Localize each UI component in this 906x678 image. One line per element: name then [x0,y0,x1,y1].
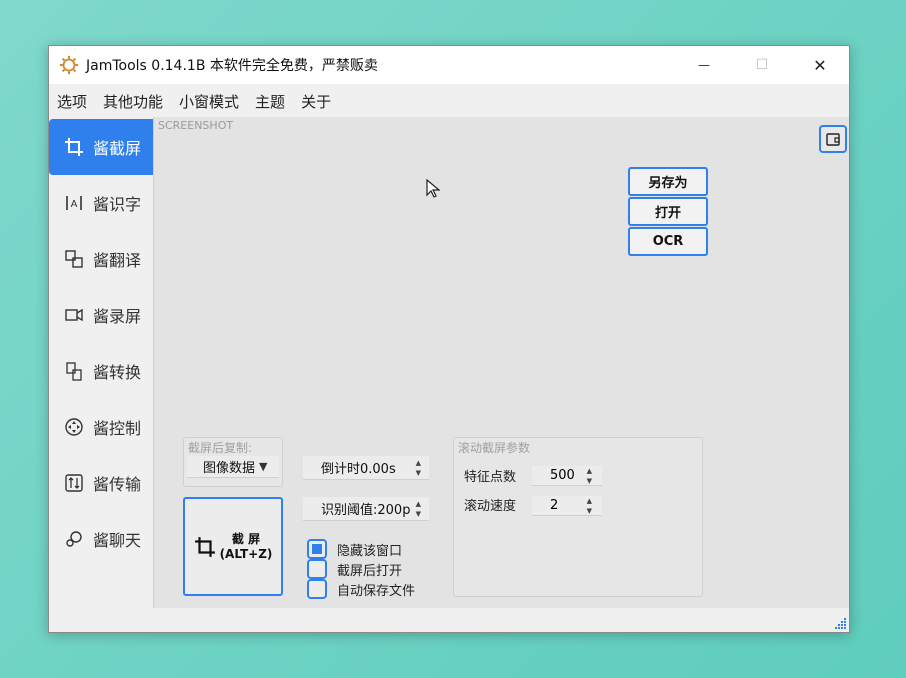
close-button[interactable]: ✕ [791,46,849,84]
scroll-speed-row: 滚动速度 [464,495,516,514]
convert-icon [63,360,85,382]
auto-save-option[interactable]: 自动保存文件 [307,579,415,599]
auto-save-label: 自动保存文件 [337,583,416,599]
sidebar-item-chat[interactable]: 酱聊天 [49,511,153,567]
scroll-speed-spinbox[interactable]: 2 ▲ ▼ [532,496,602,516]
capture-button[interactable]: 截 屏 (ALT+Z) [183,497,283,596]
status-bar [49,608,849,632]
control-icon [63,416,85,438]
spin-down-icon[interactable]: ▼ [416,509,421,519]
spin-up-icon[interactable]: ▲ [416,499,421,509]
app-gear-icon [59,55,79,75]
sidebar: 酱截屏 A 酱识字 酱翻译 酱录屏 酱转换 酱控制 酱传输 酱聊天 [49,119,153,609]
menu-about[interactable]: 关于 [301,91,331,112]
chat-icon [63,528,85,550]
translate-icon [63,248,85,270]
spin-up-icon[interactable]: ▲ [587,466,592,476]
spin-down-icon[interactable]: ▼ [416,468,421,478]
feature-points-label: 特征点数 [464,470,517,485]
copy-after-title: 截屏后复制: [188,441,253,455]
menu-bar: 选项 其他功能 小窗模式 主题 关于 [49,86,849,116]
sidebar-item-translate[interactable]: 酱翻译 [49,231,153,287]
copy-format-select[interactable]: 图像数据 ▼ [187,456,279,478]
crop-icon [194,536,215,557]
spin-up-icon[interactable]: ▲ [587,496,592,506]
sidebar-item-label: 酱聊天 [93,531,142,550]
capture-shortcut: (ALT+Z) [219,546,273,561]
sidebar-item-label: 酱翻译 [93,251,142,270]
scroll-speed-label: 滚动速度 [464,499,517,514]
resize-grip-icon[interactable] [833,616,847,630]
open-after-option[interactable]: 截屏后打开 [307,559,402,579]
sidebar-item-label: 酱控制 [93,419,142,438]
sidebar-item-convert[interactable]: 酱转换 [49,343,153,399]
open-button[interactable]: 打开 [628,197,708,226]
sidebar-item-label: 酱截屏 [93,139,142,158]
sidebar-item-control[interactable]: 酱控制 [49,399,153,455]
transfer-icon [63,472,85,494]
app-window: JamTools 0.14.1B 本软件完全免费，严禁贩卖 — ☐ ✕ 选项 其… [48,45,850,633]
svg-text:A: A [71,199,78,210]
dropdown-arrow-icon: ▼ [259,460,268,473]
spin-down-icon[interactable]: ▼ [587,476,592,486]
sidebar-item-ocr[interactable]: A 酱识字 [49,175,153,231]
menu-mini-mode[interactable]: 小窗模式 [179,91,239,112]
crop-icon [63,136,85,158]
sidebar-item-record[interactable]: 酱录屏 [49,287,153,343]
menu-options[interactable]: 选项 [57,91,87,112]
hide-window-checkbox[interactable] [307,539,327,559]
hide-window-label: 隐藏该窗口 [337,543,403,559]
mouse-cursor-icon [426,179,440,198]
screenshot-panel: SCREENSHOT 另存为 打开 OCR 截屏后复制: 图像数据 ▼ 截 屏 … [153,117,849,609]
maximize-button[interactable]: ☐ [733,46,791,84]
scroll-params-title: 滚动截屏参数 [458,441,531,455]
ocr-button[interactable]: OCR [628,227,708,256]
countdown-value: 倒计时0.00s [321,462,396,477]
sidebar-item-screenshot[interactable]: 酱截屏 [49,119,153,175]
sidebar-item-label: 酱识字 [93,195,142,214]
menu-other-functions[interactable]: 其他功能 [103,91,163,112]
spin-up-icon[interactable]: ▲ [416,458,421,468]
wallet-icon [826,133,840,146]
video-icon [63,304,85,326]
menu-theme[interactable]: 主题 [255,91,285,112]
sidebar-item-label: 酱转换 [93,363,142,382]
minimize-button[interactable]: — [675,46,733,84]
save-as-button[interactable]: 另存为 [628,167,708,196]
copy-format-value: 图像数据 [203,461,256,476]
capture-label: 截 屏 [231,531,261,546]
open-after-label: 截屏后打开 [337,563,403,579]
window-title: JamTools 0.14.1B 本软件完全免费，严禁贩卖 [86,58,378,74]
threshold-value: 识别阈值:200p [321,503,411,518]
scroll-speed-value: 2 [550,498,559,513]
sidebar-item-transfer[interactable]: 酱传输 [49,455,153,511]
spin-down-icon[interactable]: ▼ [587,506,592,516]
open-after-checkbox[interactable] [307,559,327,579]
countdown-spinbox[interactable]: 倒计时0.00s ▲ ▼ [303,456,429,480]
sidebar-item-label: 酱传输 [93,475,142,494]
feature-points-spinbox[interactable]: 500 ▲ ▼ [532,466,602,486]
section-label: SCREENSHOT [158,119,234,132]
feature-points-row: 特征点数 [464,466,516,485]
auto-save-checkbox[interactable] [307,579,327,599]
feature-points-value: 500 [550,468,575,483]
wallet-toggle-button[interactable] [819,125,847,153]
threshold-spinbox[interactable]: 识别阈值:200p ▲ ▼ [303,497,429,521]
hide-window-option[interactable]: 隐藏该窗口 [307,539,402,559]
sidebar-item-label: 酱录屏 [93,307,142,326]
title-bar[interactable]: JamTools 0.14.1B 本软件完全免费，严禁贩卖 — ☐ ✕ [49,46,849,84]
copy-after-group: 截屏后复制: 图像数据 ▼ [183,437,283,487]
ocr-icon: A [63,192,85,214]
scroll-params-group: 滚动截屏参数 特征点数 500 ▲ ▼ 滚动速度 2 ▲ ▼ [453,437,703,597]
